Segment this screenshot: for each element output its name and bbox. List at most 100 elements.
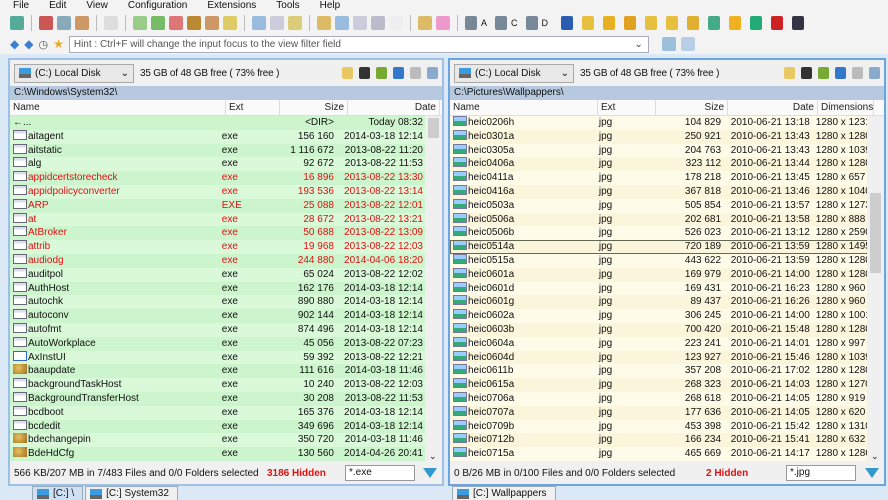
file-row[interactable]: autofmt exe 874 496 2014-03-18 12:14 <box>10 322 426 337</box>
file-row[interactable]: auditpol exe 65 024 2013-08-22 12:02 <box>10 267 426 282</box>
scroll-down-icon[interactable]: ⌄ <box>429 451 437 462</box>
history-icon[interactable]: ◷ <box>38 38 48 51</box>
drive-select[interactable]: (C:) Local Disk ⌄ <box>14 63 134 83</box>
layout-icon[interactable] <box>869 67 880 79</box>
toolbar-button-icon[interactable] <box>223 15 237 30</box>
save-icon[interactable] <box>680 37 695 51</box>
file-row[interactable]: heic0416a jpg 367 818 2010-06-21 13:46 1280 … <box>450 184 868 199</box>
file-row[interactable]: BackgroundTransferHost exe 30 208 2013-08-2… <box>10 391 426 406</box>
column-name[interactable]: Name <box>450 100 598 115</box>
copy-path-icon[interactable] <box>661 37 676 51</box>
toolbar-folder-icon[interactable] <box>729 15 742 30</box>
toolbar-folder-icon[interactable] <box>750 15 763 30</box>
file-row[interactable]: aitagent exe 156 160 2014-03-18 12:14 <box>10 129 426 144</box>
file-row[interactable]: heic0603b jpg 700 420 2010-06-21 15:48 1280 … <box>450 322 868 337</box>
menu-edit[interactable]: Edit <box>36 0 73 11</box>
file-row[interactable]: heic0611b jpg 357 208 2010-06-21 17:02 1280 … <box>450 364 868 379</box>
filter-input[interactable]: *.jpg <box>786 465 856 481</box>
toolbar-folder-icon[interactable] <box>687 15 700 30</box>
back-icon[interactable]: ◆ <box>10 37 19 51</box>
menu-extensions[interactable]: Extensions <box>194 0 263 11</box>
up-icon[interactable] <box>376 67 387 79</box>
toolbar-folder-icon[interactable] <box>708 15 721 30</box>
file-row[interactable]: heic0506a jpg 202 681 2010-06-21 13:58 1280 … <box>450 212 868 227</box>
file-row[interactable]: heic0601a jpg 169 979 2010-06-21 14:00 1280 … <box>450 267 868 282</box>
toolbar-button-icon[interactable] <box>205 15 219 30</box>
file-row[interactable]: heic0601g jpg 89 437 2010-06-21 16:26 1280 x… <box>450 295 868 310</box>
file-row[interactable]: aitstatic exe 1 116 672 2013-08-22 11:20 <box>10 143 426 158</box>
toolbar-button-icon[interactable] <box>133 15 147 30</box>
pin-icon[interactable] <box>410 67 421 79</box>
toolbar-button-icon[interactable] <box>389 15 403 30</box>
file-row[interactable]: heic0602a jpg 306 245 2010-06-21 14:00 1280 … <box>450 309 868 323</box>
file-row[interactable]: AxInstUI exe 59 392 2013-08-22 12:21 <box>10 350 426 365</box>
toolbar-button-icon[interactable] <box>371 15 385 30</box>
file-row[interactable]: heic0506b jpg 526 023 2010-06-21 13:12 1280 … <box>450 226 868 241</box>
file-row[interactable]: BdeHdCfg exe 130 560 2014-04-26 20:41 <box>10 447 426 461</box>
file-row[interactable]: heic0301a jpg 250 921 2010-06-21 13:43 1280 … <box>450 129 868 144</box>
toolbar-button-icon[interactable] <box>39 15 53 30</box>
filter-funnel-icon[interactable] <box>423 468 437 478</box>
file-row[interactable]: heic0406a jpg 323 112 2010-06-21 13:44 1280 … <box>450 157 868 172</box>
toolbar-button-icon[interactable] <box>10 15 24 30</box>
tab[interactable]: [C:] \ <box>32 486 84 500</box>
drive-c-icon[interactable] <box>495 15 508 30</box>
toolbar-button-icon[interactable] <box>252 15 266 30</box>
column-name[interactable]: Name <box>10 100 226 115</box>
sync-icon[interactable] <box>835 67 846 79</box>
scroll-down-icon[interactable]: ⌄ <box>871 451 879 462</box>
layout-icon[interactable] <box>427 67 438 79</box>
pin-icon[interactable] <box>852 67 863 79</box>
file-row[interactable]: heic0411a jpg 178 218 2010-06-21 13:45 1280 … <box>450 171 868 185</box>
toolbar-button-icon[interactable] <box>57 15 71 30</box>
file-row[interactable]: baaupdate exe 111 616 2014-03-18 11:46 <box>10 364 426 379</box>
toolbar-button-icon[interactable] <box>335 15 349 30</box>
tab[interactable]: [C:] System32 <box>85 486 178 500</box>
file-row[interactable]: bdechangepin exe 350 720 2014-03-18 11:46 <box>10 433 426 448</box>
scroll-thumb[interactable] <box>428 118 439 138</box>
toolbar-button-icon[interactable] <box>270 15 284 30</box>
column-ext[interactable]: Ext <box>226 100 280 115</box>
drive-d-icon[interactable] <box>525 15 538 30</box>
file-row[interactable]: heic0604d jpg 123 927 2010-06-21 15:46 1280 … <box>450 350 868 365</box>
menu-help[interactable]: Help <box>307 0 348 11</box>
filter-input[interactable]: *.exe <box>345 465 415 481</box>
folders-icon[interactable] <box>784 67 795 79</box>
toolbar-button-icon[interactable] <box>151 15 165 30</box>
menu-view[interactable]: View <box>73 0 115 11</box>
vertical-scrollbar[interactable]: ⌄ <box>425 116 442 462</box>
column-size[interactable]: Size <box>280 100 348 115</box>
root-icon[interactable] <box>801 67 812 79</box>
toolbar-button-icon[interactable] <box>317 15 331 30</box>
file-row[interactable]: heic0206h jpg 104 829 2010-06-21 13:18 1280 … <box>450 116 868 130</box>
file-row[interactable]: heic0615a jpg 268 323 2010-06-21 14:03 1280 … <box>450 378 868 392</box>
file-row[interactable]: audiodg exe 244 880 2014-04-06 18:20 <box>10 253 426 268</box>
column-date[interactable]: Date <box>728 100 818 115</box>
file-row[interactable]: heic0515a jpg 443 622 2010-06-21 13:59 1280 … <box>450 253 868 268</box>
menu-tools[interactable]: Tools <box>263 0 306 11</box>
toolbar-button-icon[interactable] <box>104 15 118 30</box>
toolbar-folder-icon[interactable] <box>666 15 679 30</box>
hidden-count[interactable]: 2 Hidden <box>706 468 748 479</box>
file-row[interactable]: AutoWorkplace exe 45 056 2013-08-22 07:23 <box>10 336 426 351</box>
file-row[interactable]: appidcertstorecheck exe 16 896 2013-08-22 1… <box>10 171 426 185</box>
toolbar-folder-icon[interactable] <box>624 15 637 30</box>
column-dimensions[interactable]: Dimensions <box>818 100 874 115</box>
hidden-count[interactable]: 3186 Hidden <box>267 468 326 479</box>
file-row[interactable]: heic0715a jpg 465 669 2010-06-21 14:17 1280 … <box>450 447 868 461</box>
file-row[interactable]: bcdboot exe 165 376 2014-03-18 12:14 <box>10 405 426 420</box>
toolbar-folder-icon[interactable] <box>561 15 574 30</box>
file-row[interactable]: ARP EXE 25 088 2013-08-22 12:01 <box>10 198 426 213</box>
toolbar-folder-icon[interactable] <box>603 15 616 30</box>
hint-input[interactable]: Hint : Ctrl+F will change the input focu… <box>68 35 649 53</box>
toolbar-button-icon[interactable] <box>187 15 201 30</box>
sync-icon[interactable] <box>393 67 404 79</box>
toolbar-folder-icon[interactable] <box>771 15 784 30</box>
up-icon[interactable] <box>818 67 829 79</box>
vertical-scrollbar[interactable]: ⌄ <box>867 116 884 462</box>
chevron-down-icon[interactable]: ⌄ <box>634 37 642 52</box>
drive-label[interactable]: A <box>481 18 487 28</box>
file-row[interactable]: heic0503a jpg 505 854 2010-06-21 13:57 1280 … <box>450 198 868 213</box>
favorites-star-icon[interactable]: ★ <box>53 37 64 51</box>
menu-configuration[interactable]: Configuration <box>115 0 194 11</box>
